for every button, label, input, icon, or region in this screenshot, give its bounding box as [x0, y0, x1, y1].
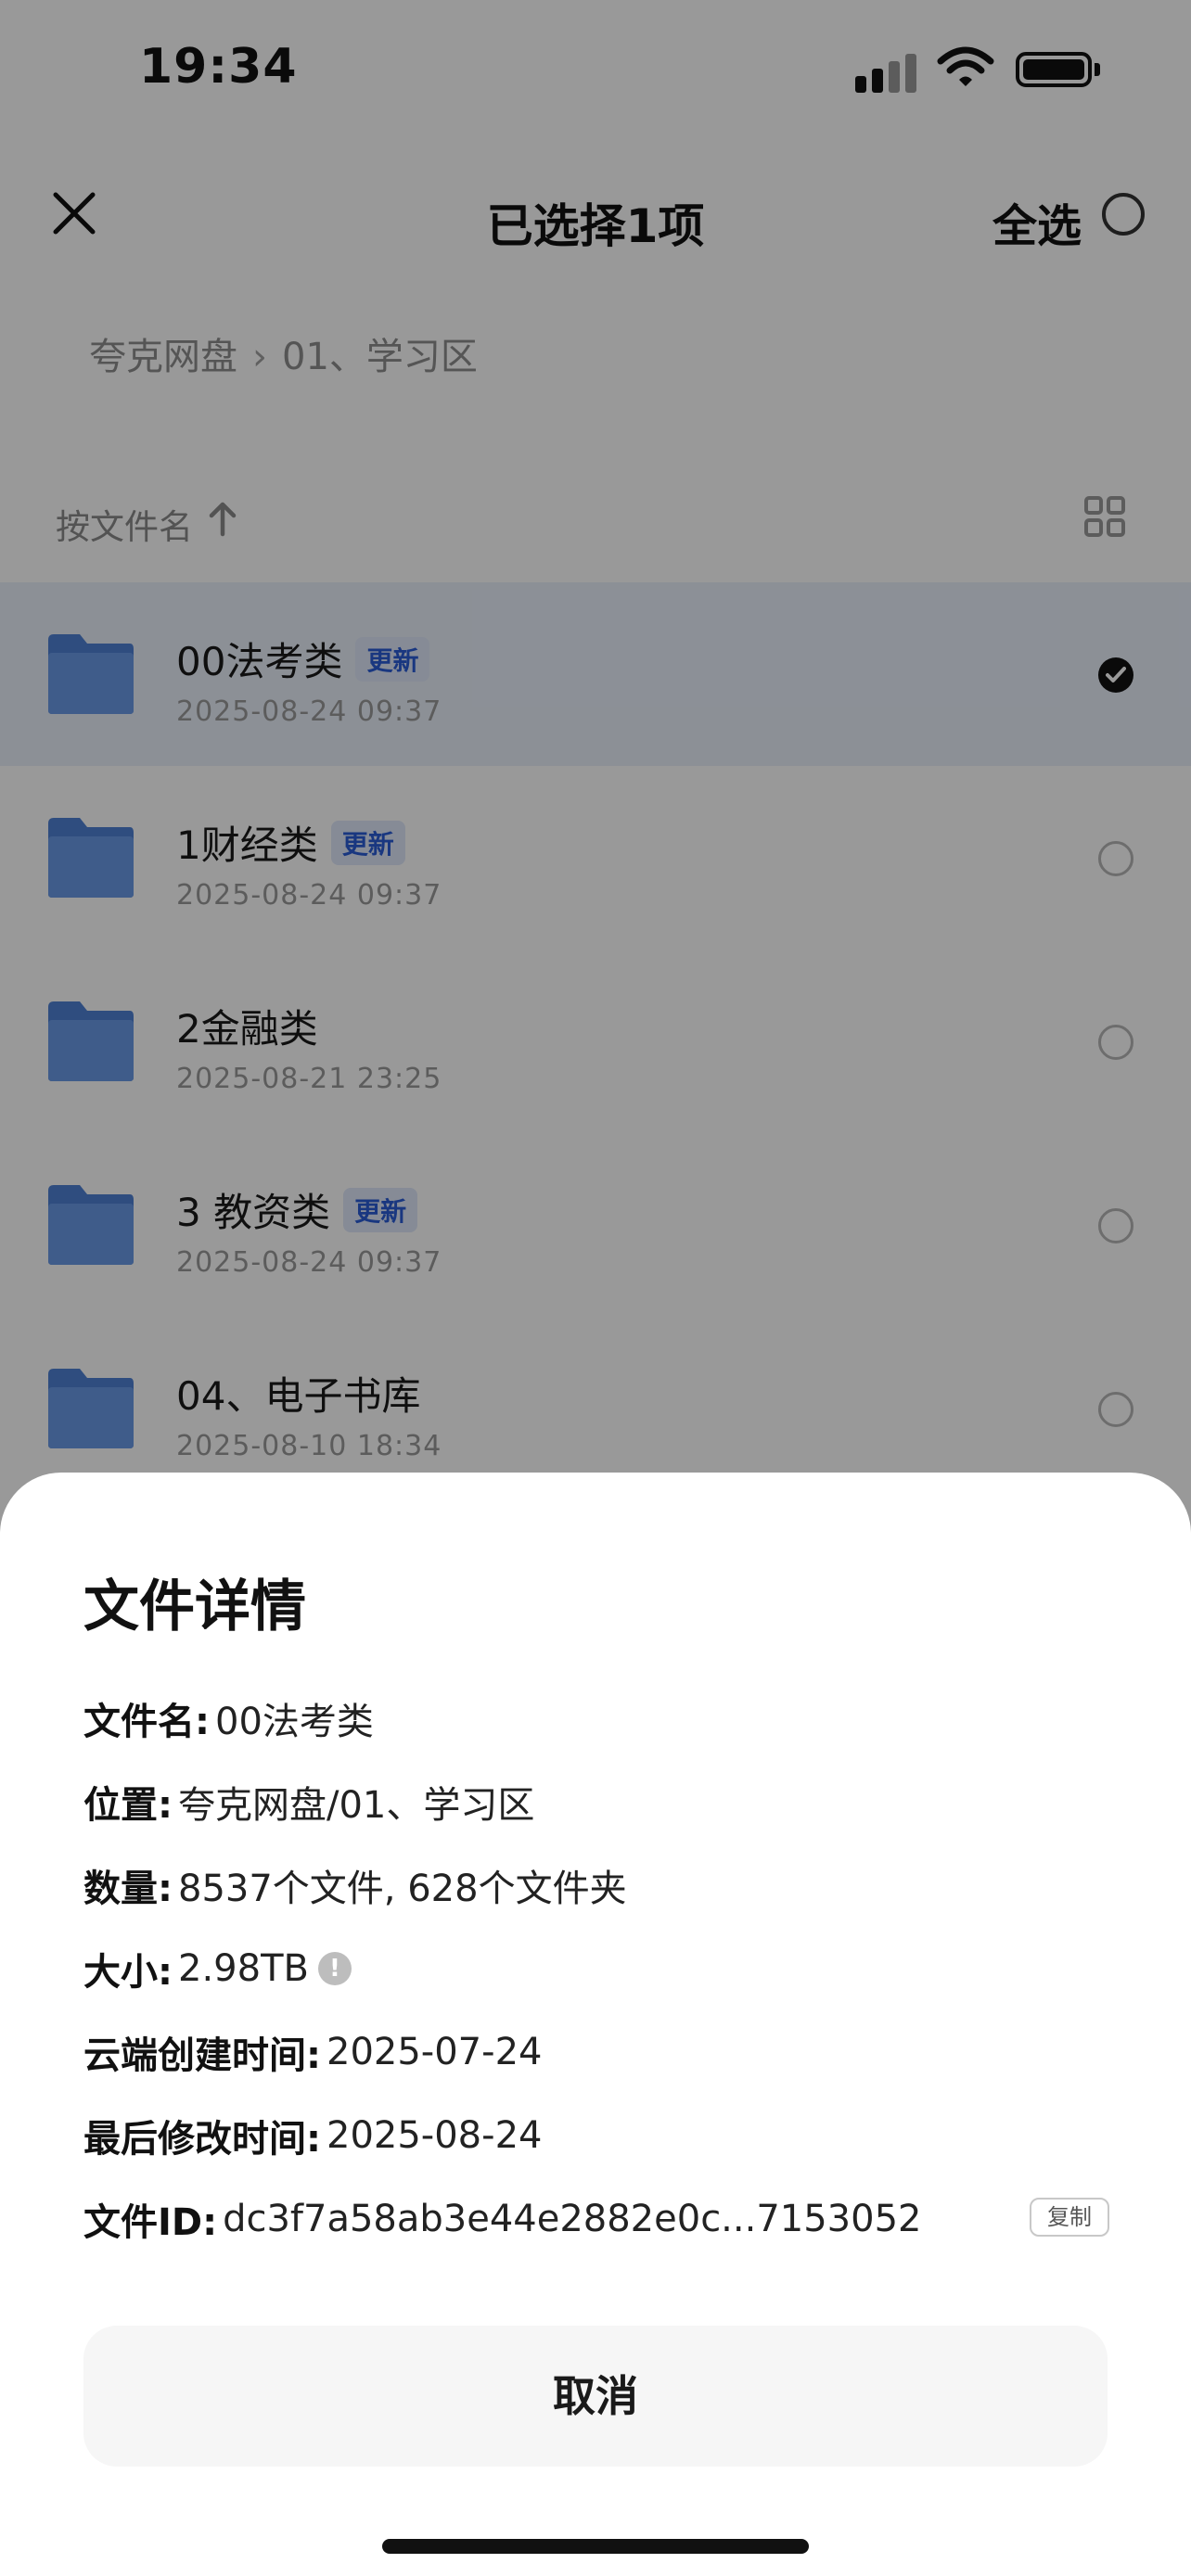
detail-modified-time: 最后修改时间: 2025-08-24	[83, 2109, 542, 2162]
detail-value: 8537个文件, 628个文件夹	[178, 1868, 627, 1910]
file-details-sheet: 文件详情 文件名: 00法考类 位置: 夸克网盘/01、学习区 数量: 8537…	[0, 1473, 1191, 2576]
detail-size: 大小: 2.98TB !	[83, 1942, 352, 1996]
copy-button[interactable]: 复制	[1030, 2198, 1109, 2237]
detail-file-name: 文件名: 00法考类	[83, 1691, 374, 1745]
detail-count: 数量: 8537个文件, 628个文件夹	[83, 1858, 627, 1912]
detail-location: 位置: 夸克网盘/01、学习区	[83, 1775, 534, 1829]
detail-key: 文件ID:	[83, 2201, 218, 2244]
detail-value: 夸克网盘/01、学习区	[178, 1784, 535, 1827]
detail-value: dc3f7a58ab3e44e2882e0c...7153052	[223, 2198, 922, 2240]
sheet-title: 文件详情	[83, 1575, 306, 1639]
info-icon[interactable]: !	[317, 1952, 352, 1985]
detail-value: 00法考类	[215, 1701, 374, 1743]
home-indicator	[382, 2539, 809, 2554]
cancel-button[interactable]: 取消	[83, 2326, 1108, 2467]
detail-file-id: 文件ID: dc3f7a58ab3e44e2882e0c...7153052	[83, 2192, 921, 2246]
detail-created-time: 云端创建时间: 2025-07-24	[83, 2025, 542, 2079]
detail-key: 位置:	[83, 1784, 173, 1827]
detail-key: 文件名:	[83, 1701, 210, 1743]
detail-key: 最后修改时间:	[83, 2118, 321, 2161]
detail-value: 2025-07-24	[327, 2031, 543, 2073]
detail-value: 2.98TB	[178, 1947, 309, 1990]
detail-key: 数量:	[83, 1868, 173, 1910]
detail-value: 2025-08-24	[327, 2114, 543, 2157]
detail-key: 云端创建时间:	[83, 2034, 321, 2077]
screen: 19:34 已选择1项 全选 夸克网盘 › 01、学习区 按文件名 00法考类 …	[0, 0, 1191, 2576]
detail-key: 大小:	[83, 1951, 173, 1994]
